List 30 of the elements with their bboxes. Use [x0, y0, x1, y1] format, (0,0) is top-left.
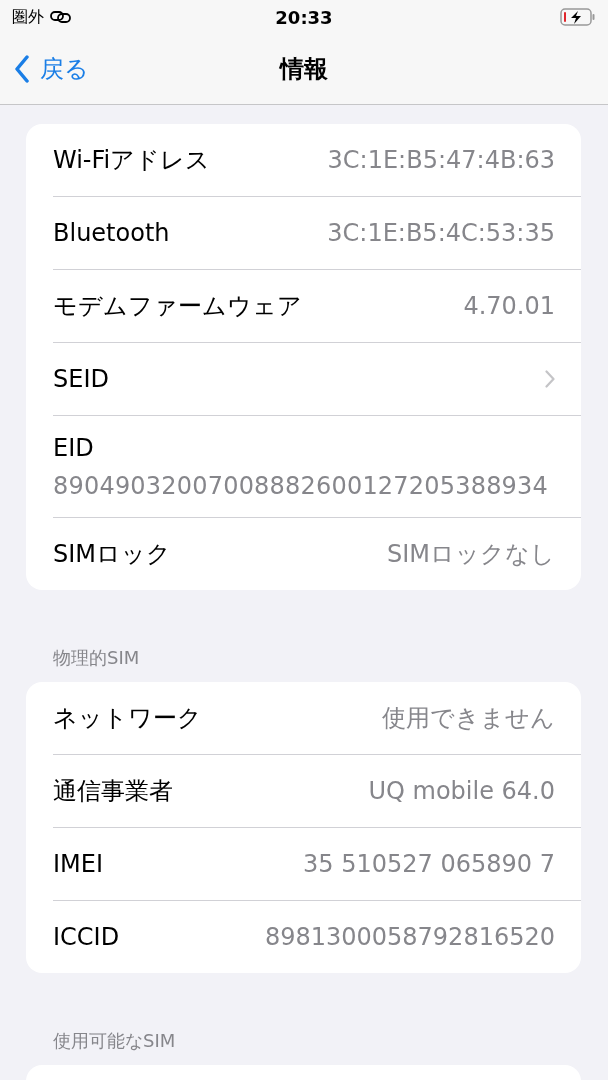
battery-icon	[560, 8, 596, 26]
carrier-label: 圏外	[12, 6, 44, 28]
row-label: SIMロック	[53, 539, 172, 570]
row-label: 通信事業者	[53, 776, 173, 807]
row-label: EID	[53, 433, 94, 462]
row-label: ICCID	[53, 923, 120, 951]
list-row[interactable]: SEID	[53, 343, 581, 416]
row-value: SIMロックなし	[386, 539, 555, 570]
row-value: UQ mobile 64.0	[368, 777, 555, 805]
row-label: IMEI	[53, 850, 104, 878]
row-value: 3C:1E:B5:47:4B:63	[327, 146, 555, 174]
row-label: SEID	[53, 365, 109, 393]
row-label: モデムファームウェア	[53, 291, 302, 322]
row-value: 3C:1E:B5:4C:53:35	[327, 219, 555, 247]
status-time: 20:33	[275, 6, 333, 28]
row-label: Wi-Fiアドレス	[53, 145, 211, 176]
section-header: 使用可能なSIM	[53, 1029, 176, 1053]
back-button[interactable]: 戻る	[0, 52, 95, 86]
row-value: 89049032007008882600127205388934	[53, 471, 549, 500]
row-value: 使用できません	[382, 703, 555, 734]
link-icon	[50, 11, 72, 23]
chevron-icon	[545, 370, 555, 388]
row-value: 8981300058792816520	[264, 923, 555, 951]
row-label: Bluetooth	[53, 219, 170, 247]
row-label: ネットワーク	[53, 703, 202, 734]
row-value: 35 510527 065890 7	[303, 850, 555, 878]
section-header: 物理的SIM	[53, 646, 140, 670]
row-value: 4.70.01	[463, 292, 555, 320]
page-title: 情報	[280, 54, 328, 85]
chevron-icon	[14, 55, 30, 83]
